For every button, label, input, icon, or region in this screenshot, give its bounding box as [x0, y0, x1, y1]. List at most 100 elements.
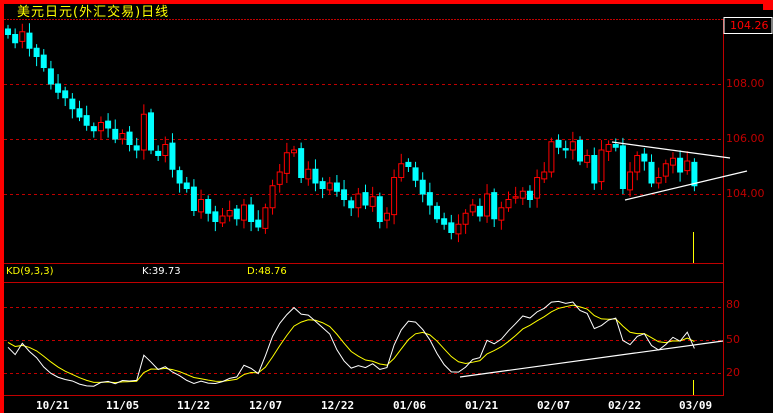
candle-up — [226, 210, 233, 217]
candle-down — [376, 196, 383, 222]
candle-up — [498, 207, 505, 221]
candle-down — [419, 179, 426, 195]
date-label: 03/09 — [679, 399, 713, 412]
candle-down — [133, 145, 140, 151]
candle-up — [97, 122, 104, 132]
candle-up — [391, 177, 398, 216]
chart-canvas[interactable] — [0, 0, 773, 413]
kd-tick-20: 20 — [726, 366, 740, 379]
candle-down — [176, 170, 183, 184]
candle-down — [648, 161, 655, 184]
candle-up — [605, 144, 612, 152]
candle-up — [283, 152, 290, 174]
kd-tick-50: 50 — [726, 333, 740, 346]
candle-down — [33, 47, 40, 57]
candle-up — [541, 171, 548, 180]
corner-button[interactable] — [763, 0, 773, 10]
candle-down — [205, 199, 212, 214]
candle-down — [412, 167, 419, 181]
date-label: 10/21 — [36, 399, 70, 412]
candle-down — [333, 182, 340, 192]
candle-down — [677, 157, 684, 173]
candle-down — [591, 155, 598, 184]
candle-down — [90, 126, 97, 132]
left-border — [0, 0, 4, 413]
date-label: 02/22 — [608, 399, 642, 412]
kd-trendline — [459, 340, 724, 378]
price-tick-108: 108.00 — [726, 77, 765, 90]
candle-up — [462, 212, 469, 225]
candle-up — [291, 149, 297, 154]
candle-down — [83, 115, 90, 126]
candle-down — [562, 148, 569, 151]
candle-down — [40, 54, 47, 68]
candle-down — [476, 205, 483, 217]
candle-down — [26, 32, 33, 49]
candle-down — [612, 144, 619, 148]
date-label: 11/05 — [106, 399, 140, 412]
candle-up — [276, 171, 283, 185]
candle-down — [105, 120, 112, 129]
candle-down — [526, 190, 533, 200]
d-value: D:48.76 — [247, 266, 287, 277]
candle-down — [448, 222, 455, 233]
candle-down — [641, 153, 648, 162]
date-label: 12/07 — [249, 399, 283, 412]
candle-up — [684, 160, 691, 172]
date-label: 01/06 — [393, 399, 427, 412]
candle-down — [405, 161, 412, 167]
candle-down — [212, 211, 219, 222]
candle-down — [441, 218, 448, 225]
candle-down — [348, 200, 355, 209]
candle-down — [255, 219, 262, 228]
candle-down — [5, 28, 11, 35]
candle-down — [148, 112, 154, 151]
candle-up — [655, 177, 662, 184]
candle-up — [627, 171, 634, 191]
k-value: K:39.73 — [142, 266, 181, 277]
price-tick-104: 104.00 — [726, 187, 765, 200]
candle-down — [491, 192, 498, 220]
candle-down — [76, 108, 83, 118]
candle-up — [369, 196, 376, 207]
candle-down — [155, 150, 162, 156]
candle-down — [341, 189, 348, 200]
candle-up — [305, 168, 312, 180]
candle-up — [140, 113, 147, 151]
candle-up — [355, 193, 362, 209]
chart-window: 美元日元(外汇交易)日线 104.26 108.00 106.00 104.00… — [0, 0, 773, 413]
candle-down — [55, 83, 62, 93]
candle-up — [326, 182, 333, 191]
candle-up — [534, 177, 541, 199]
candle-down — [112, 128, 119, 140]
candle-up — [569, 141, 576, 151]
candle-down — [577, 139, 583, 162]
kd-indicator-label: KD(9,3,3) — [6, 266, 54, 277]
candle-up — [198, 199, 205, 213]
candle-down — [169, 142, 176, 170]
candle-down — [62, 90, 69, 99]
candle-down — [298, 148, 305, 178]
candle-up — [505, 199, 512, 209]
candle-up — [240, 204, 247, 221]
date-label: 11/22 — [177, 399, 211, 412]
candle-down — [434, 205, 440, 220]
candle-up — [584, 155, 591, 163]
candle-down — [233, 208, 240, 220]
candle-down — [47, 68, 54, 85]
candle-up — [383, 212, 390, 221]
candle-up — [598, 149, 605, 183]
chart-title: 美元日元(外汇交易)日线 — [17, 5, 170, 20]
candle-up — [119, 133, 126, 140]
date-label: 02/07 — [537, 399, 571, 412]
candle-down — [69, 98, 76, 110]
candle-up — [469, 204, 476, 213]
candle-down — [183, 182, 190, 189]
candle-down — [312, 168, 319, 184]
candle-down — [12, 34, 19, 44]
candle-up — [269, 185, 276, 209]
candle-up — [548, 141, 555, 173]
candle-up — [19, 31, 26, 42]
candle-up — [519, 190, 526, 199]
current-price-label: 104.26 — [730, 19, 769, 32]
